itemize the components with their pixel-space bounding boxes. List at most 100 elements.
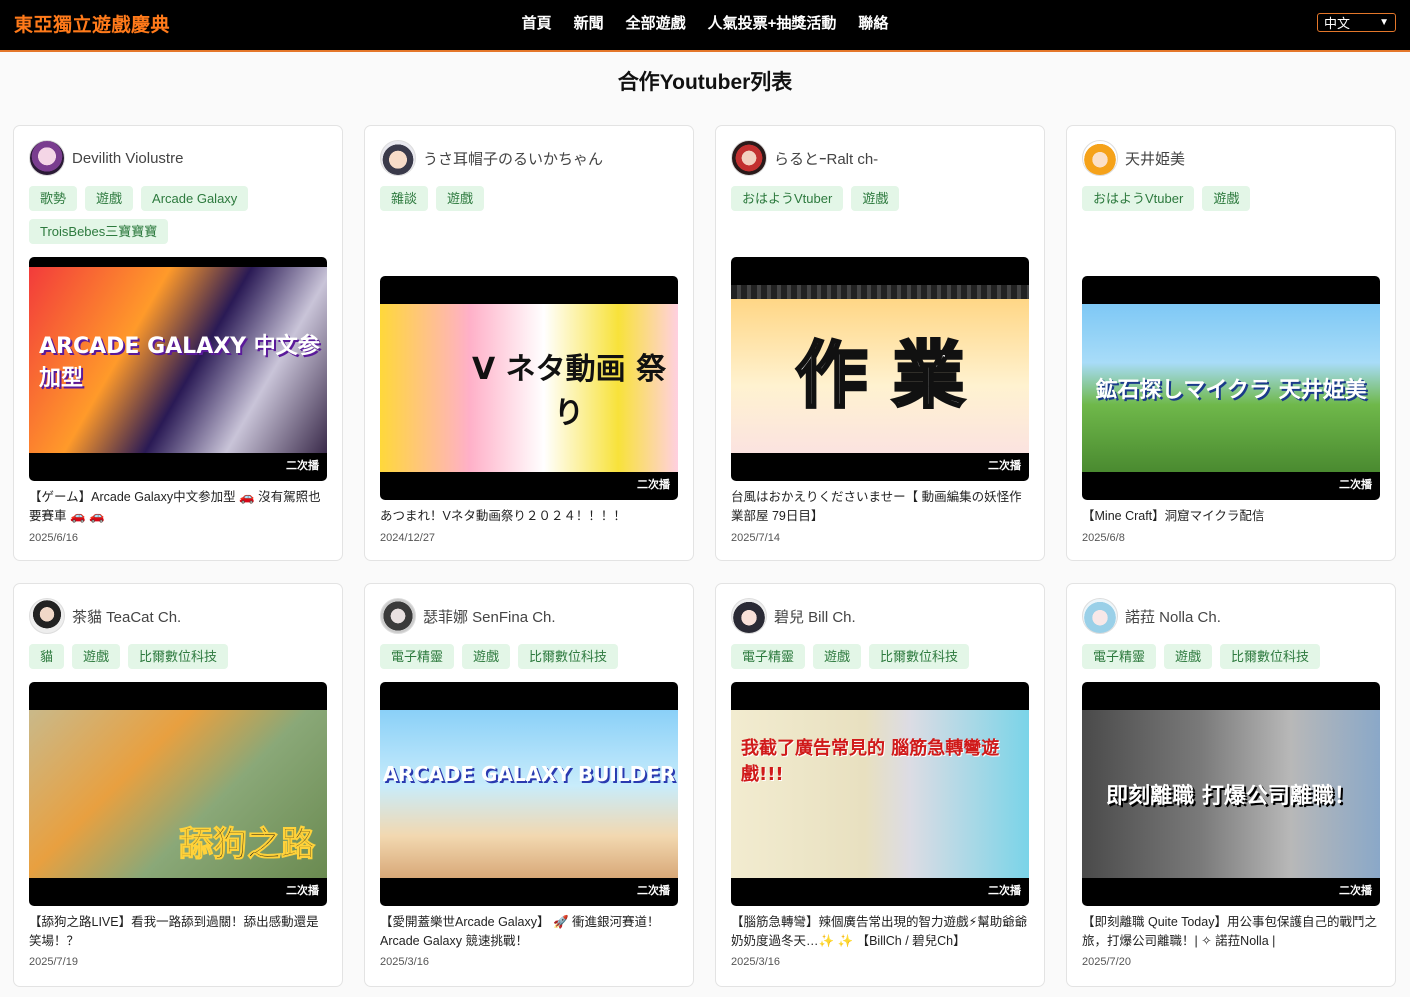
video-title[interactable]: 【愛開蓋樂世Arcade Galaxy】 🚀 衝進銀河賽道！Arcade Gal… xyxy=(380,913,680,951)
nav-all-games[interactable]: 全部遊戲 xyxy=(615,12,697,33)
language-select[interactable]: 中文 ▼ xyxy=(1317,13,1396,32)
avatar xyxy=(731,598,767,634)
video-title[interactable]: あつまれ！Vネタ動画祭り２０２４！！！！ xyxy=(380,507,680,526)
rebroadcast-badge: 二次播 xyxy=(286,460,319,472)
tag-list: おはようVtuber 遊戲 xyxy=(1082,186,1382,211)
rebroadcast-badge: 二次播 xyxy=(1339,479,1372,491)
tag[interactable]: おはようVtuber xyxy=(731,186,844,211)
video-date: 2025/7/20 xyxy=(1082,956,1131,968)
video-date: 2025/7/14 xyxy=(731,532,780,544)
youtuber-card[interactable]: 瑟菲娜 SenFina Ch. 電子精靈 遊戲 比爾數位科技 ARCADE GA… xyxy=(364,583,694,987)
video-date: 2025/3/16 xyxy=(731,956,780,968)
avatar xyxy=(731,140,767,176)
tag[interactable]: 遊戲 xyxy=(72,644,121,669)
thumbnail-text: ARCADE GALAXY 中文参加型 xyxy=(39,334,320,391)
video-thumbnail[interactable]: 鉱石探しマイクラ 天井姫美 二次播 xyxy=(1082,276,1380,500)
rebroadcast-badge: 二次播 xyxy=(1339,885,1372,897)
video-title[interactable]: 台風はおかえりくださいませー【 動画編集の妖怪作業部屋 79日目】 xyxy=(731,488,1031,526)
video-thumbnail[interactable]: ARCADE GALAXY BUILDER 二次播 xyxy=(380,682,678,906)
video-thumbnail[interactable]: 作 業 二次播 xyxy=(731,257,1029,481)
youtuber-card[interactable]: 天井姫美 おはようVtuber 遊戲 鉱石探しマイクラ 天井姫美 二次播 【Mi… xyxy=(1066,125,1396,561)
page-title: 合作Youtuber列表 xyxy=(617,71,793,94)
tag-list: 雜談 遊戲 xyxy=(380,186,680,211)
avatar xyxy=(29,140,65,176)
video-date: 2024/12/27 xyxy=(380,532,436,544)
video-title[interactable]: 【舔狗之路LIVE】看我一路舔到過關！舔出感動還是笑場！？ xyxy=(29,913,329,951)
video-thumbnail[interactable]: V ネタ動画 祭り 二次播 xyxy=(380,276,678,500)
tag[interactable]: 比爾數位科技 xyxy=(128,644,229,669)
youtuber-card[interactable]: らるとｰRalt ch- おはようVtuber 遊戲 作 業 二次播 台風はおか… xyxy=(715,125,1045,561)
youtuber-card[interactable]: 碧兒 Bill Ch. 電子精靈 遊戲 比爾數位科技 我截了廣告常見的 腦筋急轉… xyxy=(715,583,1045,987)
youtuber-card[interactable]: Devilith Violustre 歌勢 遊戲 Arcade Galaxy T… xyxy=(13,125,343,561)
tag-list: 電子精靈 遊戲 比爾數位科技 xyxy=(1082,644,1382,669)
channel-name[interactable]: うさ耳帽子のるいかちゃん xyxy=(423,148,603,169)
channel-name[interactable]: 茶貓 TeaCat Ch. xyxy=(72,606,181,627)
tag[interactable]: 遊戲 xyxy=(462,644,511,669)
thumbnail-text: 作 業 xyxy=(794,332,966,419)
thumbnail-text: 即刻離職 打爆公司離職！ xyxy=(1106,784,1356,809)
nav-contact[interactable]: 聯絡 xyxy=(847,12,899,33)
thumbnail-text: 鉱石探しマイクラ 天井姫美 xyxy=(1095,378,1367,403)
video-title[interactable]: 【腦筋急轉彎】辣個廣告常出現的智力遊戲⚡幫助爺爺奶奶度過冬天…✨ ✨ 【Bill… xyxy=(731,913,1031,951)
tag-list: おはようVtuber 遊戲 xyxy=(731,186,1031,211)
tag[interactable]: 遊戲 xyxy=(436,186,485,211)
channel-name[interactable]: らるとｰRalt ch- xyxy=(774,148,878,169)
video-date: 2025/6/8 xyxy=(1082,532,1125,544)
tag[interactable]: 比爾數位科技 xyxy=(518,644,619,669)
tag[interactable]: 比爾數位科技 xyxy=(1220,644,1321,669)
tag[interactable]: おはようVtuber xyxy=(1082,186,1195,211)
nav-news[interactable]: 新聞 xyxy=(563,12,615,33)
tag[interactable]: 雜談 xyxy=(380,186,429,211)
tag[interactable]: 遊戲 xyxy=(1164,644,1213,669)
tag[interactable]: Arcade Galaxy xyxy=(141,186,249,211)
tag[interactable]: 遊戲 xyxy=(1202,186,1251,211)
rebroadcast-badge: 二次播 xyxy=(988,885,1021,897)
channel-name[interactable]: 瑟菲娜 SenFina Ch. xyxy=(423,606,556,627)
video-thumbnail[interactable]: ARCADE GALAXY 中文参加型 二次播 xyxy=(29,257,327,481)
tag[interactable]: 電子精靈 xyxy=(1082,644,1157,669)
avatar xyxy=(1082,598,1118,634)
thumbnail-text: V ネタ動画 祭り xyxy=(471,352,667,431)
video-title[interactable]: 【ゲーム】Arcade Galaxy中文参加型 🚗 沒有駕照也要賽車 🚗 🚗 xyxy=(29,488,329,526)
nav-home[interactable]: 首頁 xyxy=(511,12,563,33)
tag[interactable]: 歌勢 xyxy=(29,186,78,211)
video-date: 2025/7/19 xyxy=(29,956,78,968)
tag[interactable]: 電子精靈 xyxy=(380,644,455,669)
tag[interactable]: 遊戲 xyxy=(85,186,134,211)
rebroadcast-badge: 二次播 xyxy=(988,460,1021,472)
avatar xyxy=(380,598,416,634)
channel-name[interactable]: 天井姫美 xyxy=(1125,148,1185,169)
thumbnail-text: ARCADE GALAXY BUILDER xyxy=(382,761,676,786)
youtuber-card[interactable]: うさ耳帽子のるいかちゃん 雜談 遊戲 V ネタ動画 祭り 二次播 あつまれ！Vネ… xyxy=(364,125,694,561)
tag[interactable]: 電子精靈 xyxy=(731,644,806,669)
thumbnail-text: 舔狗之路 xyxy=(179,824,316,865)
tag-list: 貓 遊戲 比爾數位科技 xyxy=(29,644,329,669)
main-nav: 首頁 新聞 全部遊戲 人氣投票+抽獎活動 聯絡 xyxy=(0,12,1410,33)
video-thumbnail[interactable]: 即刻離職 打爆公司離職！ 二次播 xyxy=(1082,682,1380,906)
tag-list: 電子精靈 遊戲 比爾數位科技 xyxy=(380,644,680,669)
channel-name[interactable]: 諾菈 Nolla Ch. xyxy=(1125,606,1221,627)
video-thumbnail[interactable]: 我截了廣告常見的 腦筋急轉彎遊戲!!! 二次播 xyxy=(731,682,1029,906)
thumbnail-text: 我截了廣告常見的 腦筋急轉彎遊戲!!! xyxy=(741,738,1000,786)
channel-name[interactable]: Devilith Violustre xyxy=(72,150,183,167)
tag[interactable]: 比爾數位科技 xyxy=(869,644,970,669)
tag-list: 電子精靈 遊戲 比爾數位科技 xyxy=(731,644,1031,669)
tag[interactable]: 遊戲 xyxy=(813,644,862,669)
video-thumbnail[interactable]: 舔狗之路 二次播 xyxy=(29,682,327,906)
tag[interactable]: 遊戲 xyxy=(851,186,900,211)
tag[interactable]: 貓 xyxy=(29,644,65,669)
rebroadcast-badge: 二次播 xyxy=(637,885,670,897)
top-navbar: 東亞獨立遊戲慶典 首頁 新聞 全部遊戲 人氣投票+抽獎活動 聯絡 中文 ▼ xyxy=(0,0,1410,52)
chevron-down-icon: ▼ xyxy=(1379,17,1389,28)
youtuber-card[interactable]: 諾菈 Nolla Ch. 電子精靈 遊戲 比爾數位科技 即刻離職 打爆公司離職！… xyxy=(1066,583,1396,987)
video-date: 2025/6/16 xyxy=(29,532,78,544)
rebroadcast-badge: 二次播 xyxy=(286,885,319,897)
channel-name[interactable]: 碧兒 Bill Ch. xyxy=(774,606,856,627)
tag[interactable]: TroisBebes三寶寶寶 xyxy=(29,219,169,244)
video-title[interactable]: 【即刻離職 Quite Today】用公事包保護自己的戰鬥之旅，打爆公司離職！|… xyxy=(1082,913,1382,951)
avatar xyxy=(1082,140,1118,176)
rebroadcast-badge: 二次播 xyxy=(637,479,670,491)
video-title[interactable]: 【Mine Craft】洞窟マイクラ配信 xyxy=(1082,507,1382,526)
nav-vote[interactable]: 人氣投票+抽獎活動 xyxy=(697,12,848,33)
youtuber-card[interactable]: 茶貓 TeaCat Ch. 貓 遊戲 比爾數位科技 舔狗之路 二次播 【舔狗之路… xyxy=(13,583,343,987)
